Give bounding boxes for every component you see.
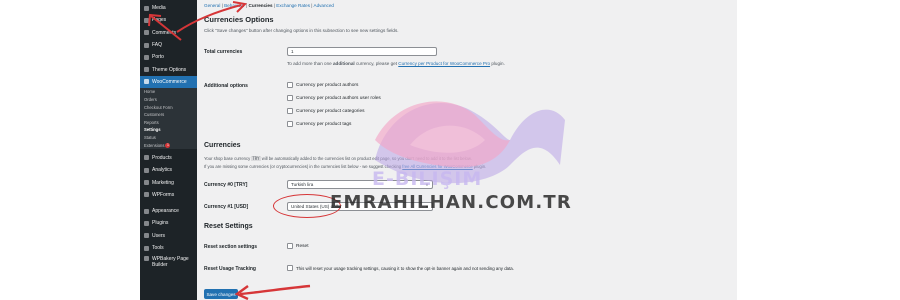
save-changes-button[interactable]: Save changes — [204, 289, 238, 299]
checkbox-authors[interactable]: Currency per product authors — [287, 82, 358, 88]
currency-per-product-pro-link[interactable]: Currency per Product for WooCommerce Pro — [398, 61, 490, 66]
sidebar-item-appearance[interactable]: Appearance — [140, 205, 197, 217]
sidebar-item-products[interactable]: Products — [140, 152, 197, 164]
additional-options-label: Additional options — [204, 83, 248, 89]
checkbox[interactable] — [287, 95, 293, 101]
submenu-home[interactable]: Home — [140, 88, 197, 96]
sidebar-item-comments[interactable]: Comments — [140, 27, 197, 39]
settings-main: General | Behaviour | Currencies | Excha… — [197, 0, 737, 300]
plugins-icon — [144, 220, 149, 226]
analytics-icon — [144, 167, 149, 173]
sidebar-item-tools[interactable]: Tools — [140, 242, 197, 254]
reset-section-label: Reset section settings — [204, 244, 258, 250]
checkbox-author-roles[interactable]: Currency per product authors user roles — [287, 95, 381, 101]
sidebar-item-pages[interactable]: Pages — [140, 14, 197, 26]
currency0-label: Currency #0 [TRY] — [204, 182, 248, 188]
checkbox-categories[interactable]: Currency per product categories — [287, 108, 365, 114]
watermark-site: EMRAHILHAN.COM.TR — [330, 192, 572, 213]
sidebar-item-wpforms[interactable]: WPForms — [140, 189, 197, 201]
checkbox[interactable] — [287, 121, 293, 127]
section-title-currencies-options: Currencies Options — [204, 15, 274, 24]
total-currencies-input[interactable]: 1 — [287, 47, 437, 56]
comments-icon — [144, 30, 149, 36]
submenu-settings[interactable]: Settings — [140, 126, 197, 134]
subnav-general[interactable]: General — [204, 3, 220, 8]
checkbox[interactable] — [287, 108, 293, 114]
admin-screenshot: Media Pages Comments FAQ Porto Theme Opt… — [140, 0, 737, 300]
wpforms-icon — [144, 192, 149, 198]
porto-icon — [144, 54, 149, 60]
section-title-currencies: Currencies — [204, 142, 241, 149]
settings-subnav: General | Behaviour | Currencies | Excha… — [204, 3, 334, 8]
currency1-label: Currency #1 [USD] — [204, 204, 249, 210]
sidebar-item-faq[interactable]: FAQ — [140, 39, 197, 51]
sidebar-item-users[interactable]: Users — [140, 230, 197, 242]
theme-options-icon — [144, 67, 149, 73]
sidebar-item-media[interactable]: Media — [140, 2, 197, 14]
base-currency-note: Your shop base currency TRY will be auto… — [204, 156, 472, 161]
woocommerce-icon — [144, 79, 149, 85]
wpbakery-icon — [144, 256, 149, 262]
checkbox[interactable] — [287, 243, 293, 249]
appearance-icon — [144, 208, 149, 214]
pages-icon — [144, 17, 149, 23]
submenu-orders[interactable]: Orders — [140, 95, 197, 104]
subnav-currencies[interactable]: Currencies — [249, 3, 273, 8]
products-icon — [144, 155, 149, 161]
admin-sidebar: Media Pages Comments FAQ Porto Theme Opt… — [140, 0, 197, 300]
total-currencies-note: To add more than one additional currency… — [287, 61, 505, 66]
sidebar-item-analytics[interactable]: Analytics — [140, 164, 197, 176]
subnav-behaviour[interactable]: Behaviour — [224, 3, 245, 8]
section-note: Click "Save changes" button after changi… — [204, 28, 399, 33]
subnav-exchange-rates[interactable]: Exchange Rates — [276, 3, 310, 8]
tools-icon — [144, 245, 149, 251]
users-icon — [144, 233, 149, 239]
checkbox-tags[interactable]: Currency per product tags — [287, 121, 351, 127]
reset-checkbox-row[interactable]: Reset — [287, 243, 309, 249]
faq-icon — [144, 42, 149, 48]
extensions-badge: 1 — [165, 142, 171, 148]
media-icon — [144, 5, 149, 11]
marketing-icon — [144, 180, 149, 186]
sidebar-item-plugins[interactable]: Plugins — [140, 217, 197, 229]
reset-tracking-checkbox-row[interactable]: This will reset your usage tracking sett… — [287, 265, 514, 271]
sidebar-item-porto[interactable]: Porto — [140, 51, 197, 63]
section-title-reset: Reset Settings — [204, 223, 253, 230]
reset-tracking-label: Reset Usage Tracking — [204, 266, 256, 272]
sidebar-item-wpbakery[interactable]: WPBakery Page Builder — [140, 254, 197, 270]
sidebar-item-theme-options[interactable]: Theme Options — [140, 63, 197, 75]
watermark-brand: E-BILIŞIM — [372, 168, 483, 190]
submenu-checkout-form[interactable]: Checkout Form — [140, 103, 197, 111]
submenu-reports[interactable]: Reports — [140, 118, 197, 127]
submenu-status[interactable]: Status — [140, 133, 197, 142]
canvas: Media Pages Comments FAQ Porto Theme Opt… — [0, 0, 900, 300]
checkbox[interactable] — [287, 82, 293, 88]
total-currencies-label: Total currencies — [204, 49, 243, 55]
checkbox[interactable] — [287, 265, 293, 271]
submenu-customers[interactable]: Customers — [140, 110, 197, 119]
sidebar-item-marketing[interactable]: Marketing — [140, 176, 197, 188]
submenu-extensions[interactable]: Extensions 1 — [140, 141, 197, 149]
subnav-advanced[interactable]: Advanced — [314, 3, 334, 8]
sidebar-item-woocommerce[interactable]: WooCommerce — [140, 75, 197, 89]
